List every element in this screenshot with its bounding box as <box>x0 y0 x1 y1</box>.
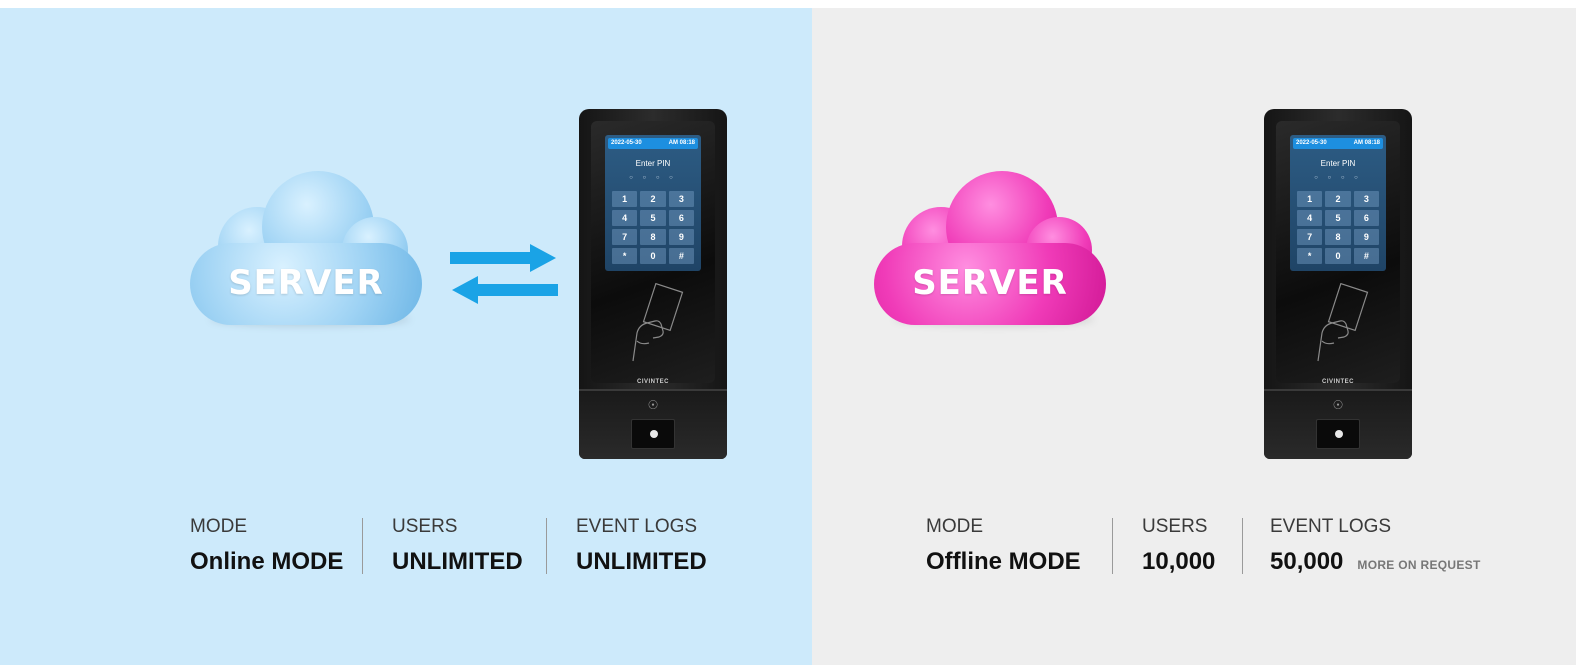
screen-prompt: Enter PIN <box>635 159 671 168</box>
key[interactable]: 7 <box>1297 229 1323 245</box>
users-stat: USERS UNLIMITED <box>392 516 523 576</box>
pin-dots: ○ ○ ○ ○ <box>629 175 677 181</box>
divider <box>1112 518 1113 574</box>
key[interactable]: 0 <box>640 248 666 264</box>
screen-time: AM 08:18 <box>668 140 695 146</box>
key[interactable]: * <box>1297 248 1323 264</box>
users-stat: USERS 10,000 <box>1142 516 1215 576</box>
key[interactable]: 3 <box>1353 191 1379 207</box>
screen-time: AM 08:18 <box>1353 140 1380 146</box>
key[interactable]: 7 <box>612 229 638 245</box>
device-brand: CIVINTEC <box>1321 379 1354 385</box>
card-tap-icon <box>632 282 684 362</box>
mode-label: MODE <box>190 516 247 537</box>
camera-icon <box>631 419 675 449</box>
offline-mode-panel: SERVER 2022-05-30 AM 08:18 Enter PIN ○ ○ … <box>812 8 1576 665</box>
key[interactable]: 5 <box>1325 210 1351 226</box>
access-control-device: 2022-05-30 AM 08:18 Enter PIN ○ ○ ○ ○ 1 2… <box>1264 109 1412 459</box>
device-screen: 2022-05-30 AM 08:18 Enter PIN ○ ○ ○ ○ 1 2… <box>1290 135 1386 271</box>
mode-stat: MODE Offline MODE <box>926 516 1081 576</box>
pin-keypad: 1 2 3 4 5 6 7 8 9 * 0 # <box>612 191 694 264</box>
key[interactable]: 2 <box>640 191 666 207</box>
fingerprint-icon: ☉ <box>1332 398 1344 412</box>
event-logs-label: EVENT LOGS <box>1270 516 1392 537</box>
event-logs-value-row: 50,000 MORE ON REQUEST <box>1270 548 1481 576</box>
divider <box>1242 518 1243 574</box>
screen-date: 2022-05-30 <box>1296 140 1327 146</box>
server-label: SERVER <box>912 263 1068 303</box>
camera-icon <box>1316 419 1360 449</box>
fingerprint-icon: ☉ <box>647 398 659 412</box>
sync-arrows-icon <box>450 244 558 304</box>
access-control-device: 2022-05-30 AM 08:18 Enter PIN ○ ○ ○ ○ 1 2… <box>579 109 727 459</box>
key[interactable]: # <box>668 248 694 264</box>
pin-dots: ○ ○ ○ ○ <box>1314 175 1362 181</box>
server-cloud-icon: SERVER <box>874 171 1106 331</box>
key[interactable]: 9 <box>668 229 694 245</box>
event-logs-stat: EVENT LOGS 50,000 MORE ON REQUEST <box>1270 516 1481 576</box>
divider <box>546 518 547 574</box>
server-cloud-icon: SERVER <box>190 171 422 331</box>
event-logs-value: 50,000 <box>1270 548 1344 575</box>
mode-value: Online MODE <box>190 548 344 575</box>
key[interactable]: 1 <box>612 191 638 207</box>
key[interactable]: 4 <box>612 210 638 226</box>
event-logs-label: EVENT LOGS <box>576 516 698 537</box>
users-value: UNLIMITED <box>392 548 523 575</box>
key[interactable]: 4 <box>1297 210 1323 226</box>
screen-date: 2022-05-30 <box>611 140 642 146</box>
users-label: USERS <box>392 516 458 537</box>
key[interactable]: 6 <box>668 210 694 226</box>
key[interactable]: 2 <box>1325 191 1351 207</box>
key[interactable]: * <box>612 248 638 264</box>
key[interactable]: 9 <box>1353 229 1379 245</box>
key[interactable]: # <box>1353 248 1379 264</box>
key[interactable]: 0 <box>1325 248 1351 264</box>
mode-label: MODE <box>926 516 983 537</box>
more-on-request-note: MORE ON REQUEST <box>1357 558 1481 572</box>
event-logs-value: UNLIMITED <box>576 548 707 575</box>
online-mode-panel: SERVER 2022-05-30 AM 08:18 Enter PIN ○ ○ … <box>0 8 812 665</box>
mode-value: Offline MODE <box>926 548 1081 575</box>
key[interactable]: 8 <box>1325 229 1351 245</box>
key[interactable]: 1 <box>1297 191 1323 207</box>
key[interactable]: 3 <box>668 191 694 207</box>
users-value: 10,000 <box>1142 548 1216 575</box>
event-logs-stat: EVENT LOGS UNLIMITED <box>576 516 707 576</box>
screen-prompt: Enter PIN <box>1320 159 1356 168</box>
device-screen: 2022-05-30 AM 08:18 Enter PIN ○ ○ ○ ○ 1 2… <box>605 135 701 271</box>
device-brand: CIVINTEC <box>636 379 669 385</box>
key[interactable]: 5 <box>640 210 666 226</box>
users-label: USERS <box>1142 516 1208 537</box>
server-label: SERVER <box>228 263 384 303</box>
key[interactable]: 8 <box>640 229 666 245</box>
card-tap-icon <box>1317 282 1369 362</box>
pin-keypad: 1 2 3 4 5 6 7 8 9 * 0 # <box>1297 191 1379 264</box>
key[interactable]: 6 <box>1353 210 1379 226</box>
divider <box>362 518 363 574</box>
mode-stat: MODE Online MODE <box>190 516 343 576</box>
